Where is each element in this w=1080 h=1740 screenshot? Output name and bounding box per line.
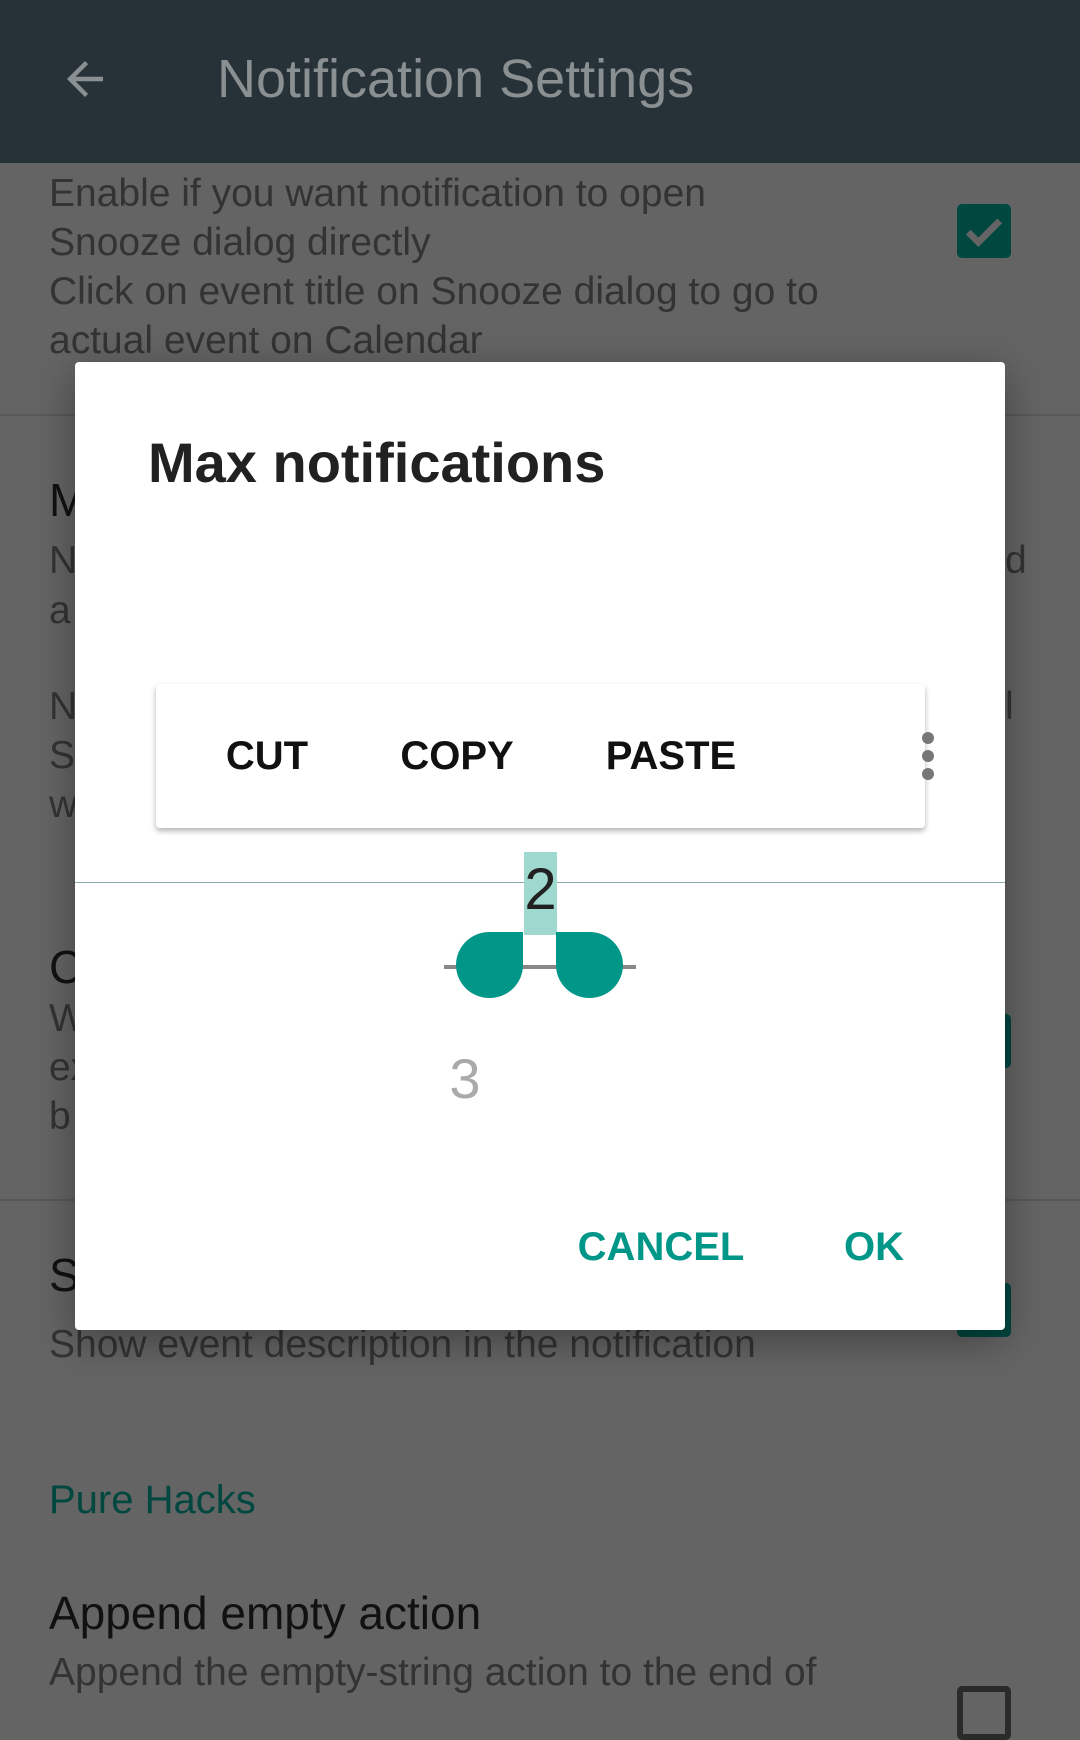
append-empty-checkbox[interactable] (957, 1686, 1011, 1740)
arrow-left-icon[interactable] (58, 52, 112, 106)
setting-title: Append empty action (49, 1587, 482, 1639)
copy-button[interactable]: COPY (400, 734, 513, 779)
check-icon (965, 218, 1003, 248)
selection-handle-left[interactable] (456, 932, 523, 998)
summary-line: Snooze dialog directly (49, 221, 431, 264)
fragment: w (49, 783, 78, 826)
summary-line: Enable if you want notification to open (49, 172, 706, 215)
cancel-button[interactable]: CANCEL (578, 1225, 745, 1270)
fragment: d (1005, 539, 1027, 582)
cut-button[interactable]: CUT (226, 734, 308, 779)
max-notifications-dialog: Max notifications CUT COPY PASTE 2 CANCE… (75, 362, 1005, 1330)
section-header: Pure Hacks (49, 1478, 256, 1522)
picker-next-value[interactable]: 3 (430, 1046, 500, 1111)
summary-line: actual event on Calendar (49, 319, 483, 362)
page-title: Notification Settings (217, 49, 695, 109)
selection-handle-right[interactable] (556, 932, 623, 998)
text-selection-toolbar: CUT COPY PASTE (156, 684, 934, 828)
paste-button[interactable]: PASTE (606, 734, 736, 779)
fragment: N (49, 685, 78, 728)
fragment: l (1005, 685, 1014, 728)
open-snooze-checkbox[interactable] (957, 204, 1011, 258)
fragment: b (49, 1095, 71, 1138)
setting-summary: Enable if you want notification to open … (49, 169, 819, 365)
picker-selected-value[interactable]: 2 (524, 856, 557, 923)
fragment: N (49, 539, 78, 582)
setting-summary: Append the empty-string action to the en… (49, 1651, 817, 1694)
ok-button[interactable]: OK (844, 1225, 904, 1270)
fragment: S (49, 734, 76, 777)
dialog-title: Max notifications (148, 431, 606, 494)
fragment: a (49, 589, 71, 632)
summary-line: Click on event title on Snooze dialog to… (49, 270, 819, 313)
app-bar: Notification Settings (0, 0, 1080, 163)
